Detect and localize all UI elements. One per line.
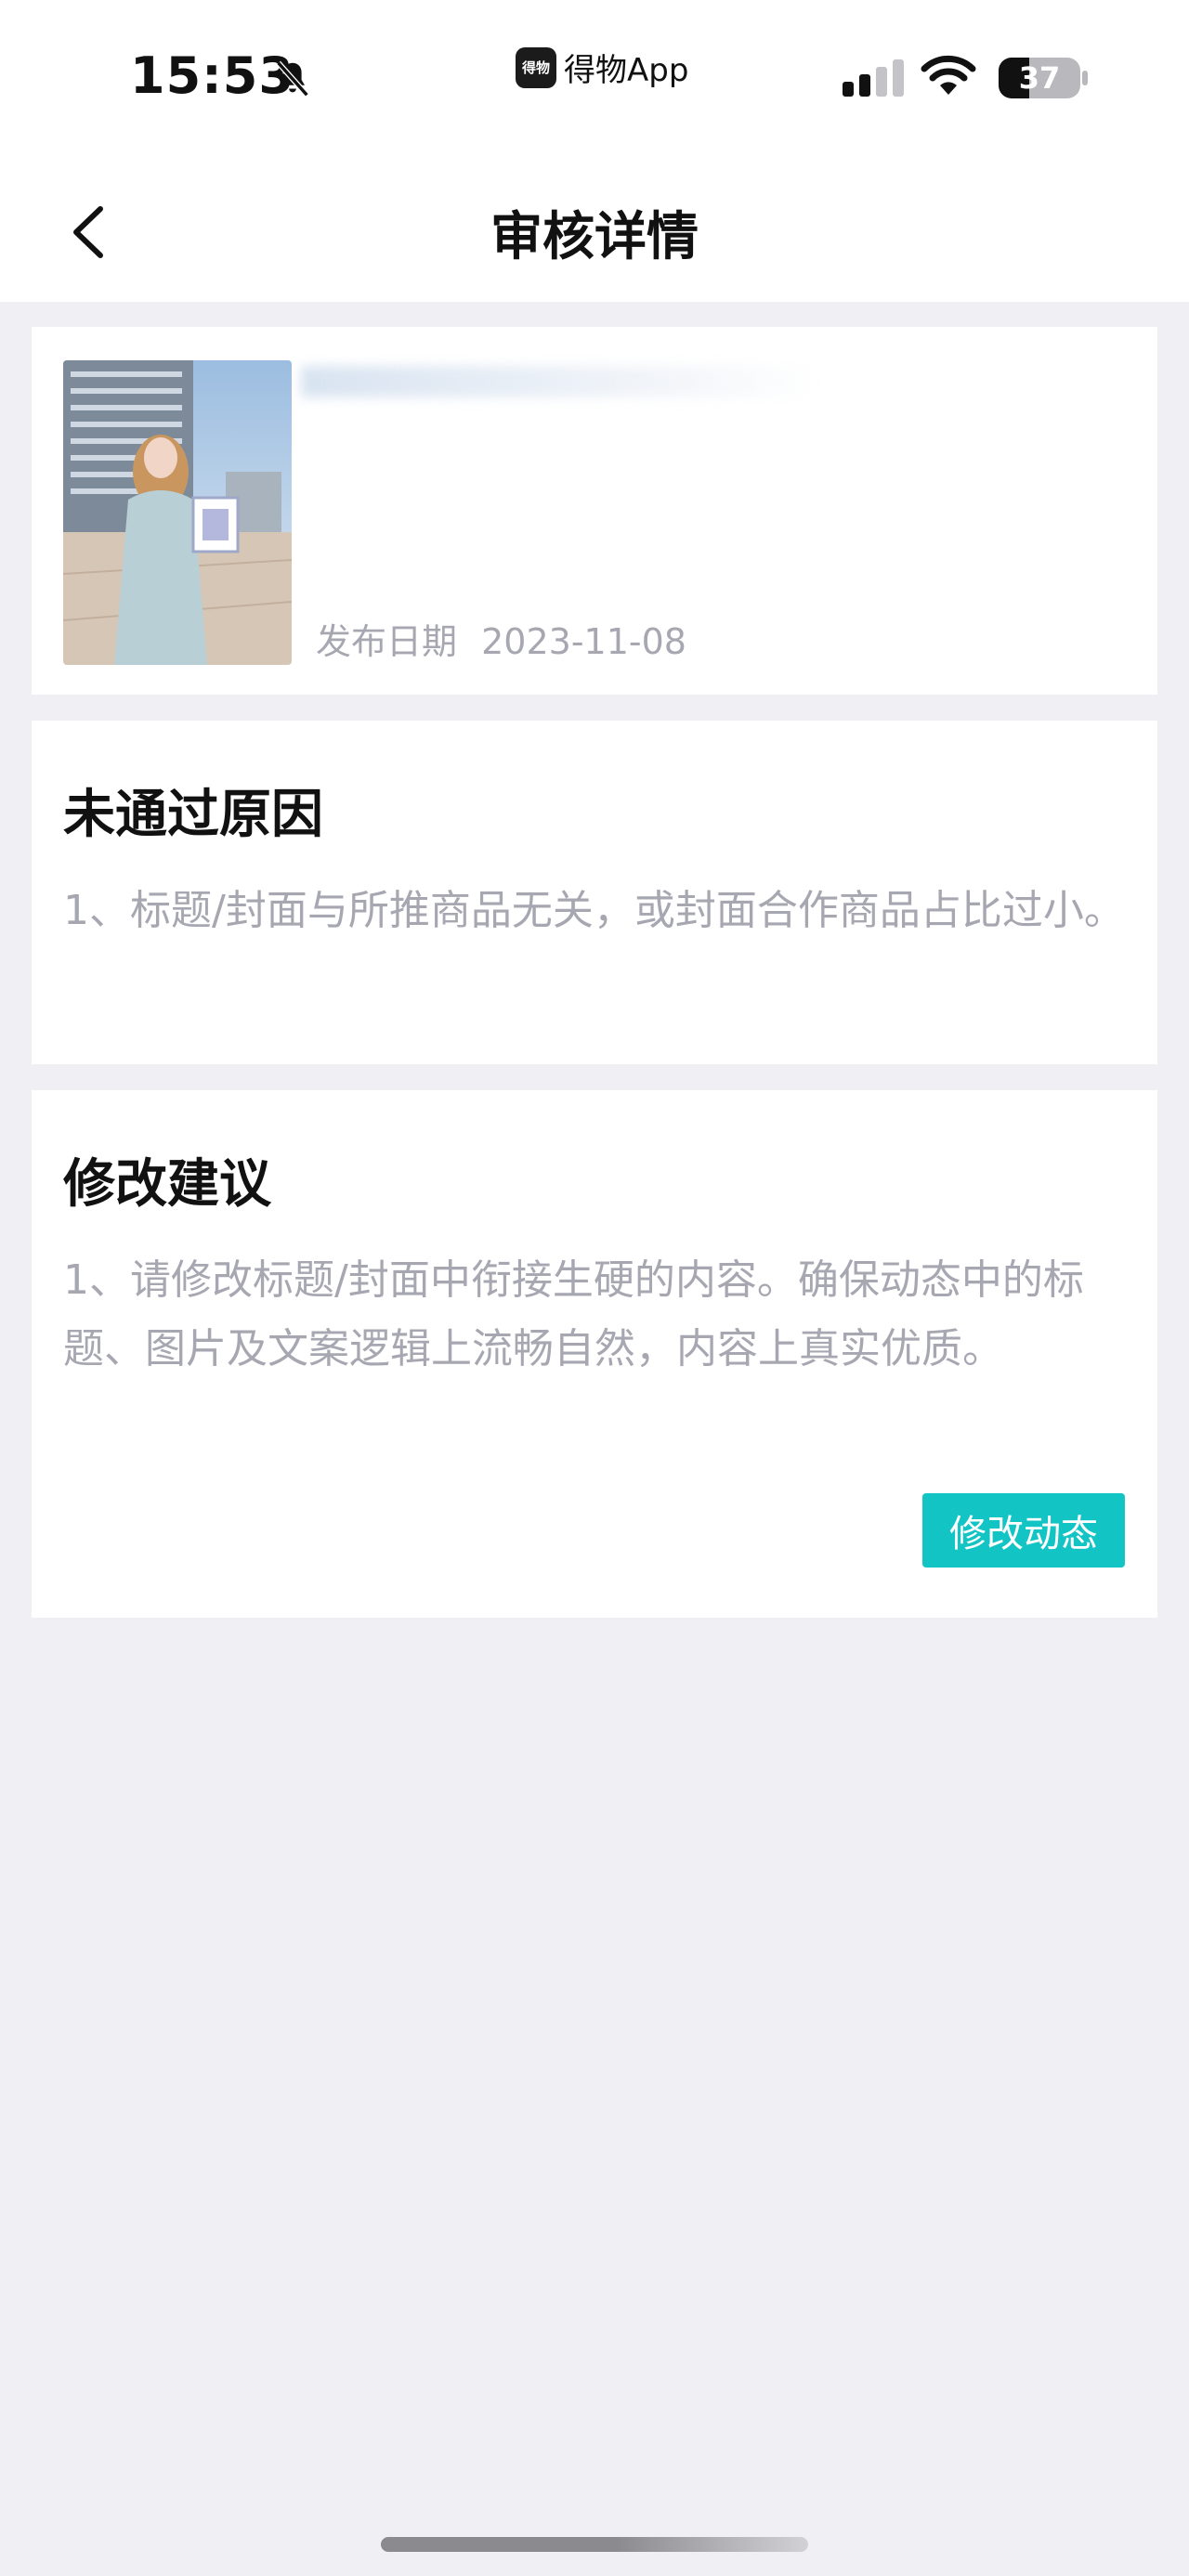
battery-percent: 37 <box>1018 60 1061 96</box>
publish-date-label: 发布日期 <box>316 621 458 662</box>
status-time: 15:53 <box>130 46 294 105</box>
battery-icon: 37 <box>999 58 1080 98</box>
cellular-signal-icon <box>843 59 904 97</box>
publish-date: 发布日期 2023-11-08 <box>316 613 686 664</box>
rejection-reason-card: 未通过原因 1、标题/封面与所推商品无关，或封面合作商品占比过小。 <box>32 721 1157 1064</box>
page-title: 审核详情 <box>490 207 699 267</box>
bell-muted-icon <box>276 60 309 98</box>
publish-date-value: 2023-11-08 <box>481 621 686 662</box>
post-title-blurred <box>301 366 821 397</box>
app-icon: 得物 <box>516 46 556 88</box>
app-switch-badge[interactable]: 得物 得物App <box>516 45 688 90</box>
edit-post-button[interactable]: 修改动态 <box>922 1493 1125 1568</box>
post-card[interactable]: 发布日期 2023-11-08 <box>32 327 1157 695</box>
suggestion-title: 修改建议 <box>63 1154 271 1215</box>
suggestion-text: 1、请修改标题/封面中衔接生硬的内容。确保动态中的标题、图片及文案逻辑上流畅自然… <box>63 1256 1084 1373</box>
reason-title: 未通过原因 <box>63 785 323 845</box>
status-bar: 15:53 得物 得物App 37 <box>0 0 1189 158</box>
suggestion-card: 修改建议 1、请修改标题/封面中衔接生硬的内容。确保动态中的标题、图片及文案逻辑… <box>32 1090 1157 1618</box>
post-cover-image[interactable] <box>63 360 292 665</box>
reason-text: 1、标题/封面与所推商品无关，或封面合作商品占比过小。 <box>63 887 1125 934</box>
nav-bar: 审核详情 <box>0 158 1189 302</box>
app-name: 得物App <box>564 52 689 89</box>
home-indicator[interactable] <box>381 2537 808 2552</box>
wifi-icon <box>921 55 976 95</box>
battery-cap <box>1082 71 1088 85</box>
